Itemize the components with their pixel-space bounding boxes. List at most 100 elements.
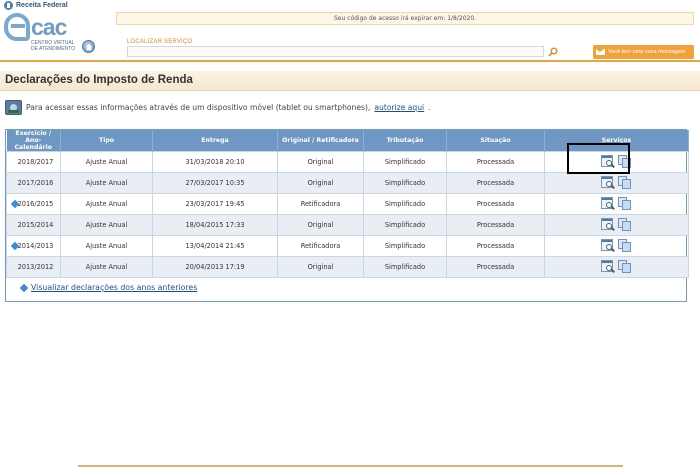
cell-entrega: 20/04/2013 17:19 bbox=[152, 256, 278, 278]
cell-tipo: Ajuste Anual bbox=[60, 193, 153, 215]
diamond-bullet-icon bbox=[19, 283, 29, 292]
cell-tipo: Ajuste Anual bbox=[60, 151, 153, 173]
table-row: 2018/2017 Ajuste Anual 31/03/2018 20:10 … bbox=[6, 151, 689, 173]
cell-tributacao: Simplificado bbox=[363, 235, 447, 257]
cell-situacao: Processada bbox=[446, 214, 545, 236]
cell-original: Original bbox=[277, 256, 364, 278]
cell-exercicio: 2013/2012 bbox=[6, 256, 61, 278]
cell-exercicio: 2016/2015 bbox=[6, 193, 61, 215]
title-bar: Declarações do Imposto de Renda bbox=[0, 71, 700, 91]
cell-original: Retificadora bbox=[277, 235, 364, 257]
services-group bbox=[601, 154, 632, 168]
footer-divider bbox=[78, 465, 623, 467]
search-button[interactable] bbox=[547, 46, 558, 57]
cell-tributacao: Simplificado bbox=[363, 193, 447, 215]
cell-original: Original bbox=[277, 214, 364, 236]
previous-years-link[interactable]: Visualizar declarações dos anos anterior… bbox=[31, 283, 197, 292]
copy-declaration-icon[interactable] bbox=[618, 238, 632, 252]
session-expiry-notice: Seu código de acesso irá expirar em: 1/8… bbox=[116, 12, 694, 25]
column-header-exercicio: Exercício / Ano-Calendário bbox=[6, 130, 61, 152]
cell-exercicio-text: 2016/2015 bbox=[17, 200, 54, 208]
column-header-situacao: Situação bbox=[446, 130, 545, 152]
cell-original: Retificadora bbox=[277, 193, 364, 215]
declarations-table-panel: Exercício / Ano-Calendário Tipo Entrega … bbox=[5, 129, 689, 302]
cell-exercicio: 2017/2016 bbox=[6, 172, 61, 194]
receita-federal-emblem-icon bbox=[4, 1, 13, 10]
column-header-tributacao: Tributação bbox=[363, 130, 447, 152]
cell-tipo: Ajuste Anual bbox=[60, 214, 153, 236]
column-header-servicos: Serviços bbox=[544, 130, 689, 152]
cell-exercicio: 2018/2017 bbox=[6, 151, 61, 173]
cell-situacao: Processada bbox=[446, 235, 545, 257]
page-title: Declarações do Imposto de Renda bbox=[5, 74, 193, 86]
copy-declaration-icon[interactable] bbox=[618, 175, 632, 189]
declarations-table: Exercício / Ano-Calendário Tipo Entrega … bbox=[6, 130, 689, 278]
copy-declaration-icon[interactable] bbox=[618, 196, 632, 210]
view-declaration-icon[interactable] bbox=[601, 154, 615, 168]
search-icon bbox=[547, 47, 557, 57]
search-input[interactable] bbox=[127, 46, 544, 57]
previous-years-link-group: Visualizar declarações dos anos anterior… bbox=[19, 283, 197, 292]
view-declaration-icon[interactable] bbox=[601, 238, 615, 252]
cell-tipo: Ajuste Anual bbox=[60, 256, 153, 278]
cell-exercicio: 2014/2013 bbox=[6, 235, 61, 257]
receita-federal-label: Receita Federal bbox=[16, 2, 68, 9]
cell-situacao: Processada bbox=[446, 193, 545, 215]
mobile-access-notice: Para acessar essas informações através d… bbox=[5, 100, 431, 115]
cell-exercicio: 2015/2014 bbox=[6, 214, 61, 236]
view-declaration-icon[interactable] bbox=[601, 175, 615, 189]
cell-tributacao: Simplificado bbox=[363, 214, 447, 236]
services-group bbox=[601, 217, 632, 231]
table-header-row: Exercício / Ano-Calendário Tipo Entrega … bbox=[6, 130, 689, 152]
ecac-subtitle: Centro Virtual de Atendimento bbox=[31, 40, 75, 52]
copy-declaration-icon[interactable] bbox=[618, 154, 632, 168]
column-header-original: Original / Retificadora bbox=[277, 130, 364, 152]
services-group bbox=[601, 238, 632, 252]
copy-declaration-icon[interactable] bbox=[618, 259, 632, 273]
cell-entrega: 31/03/2018 20:10 bbox=[152, 151, 278, 173]
cell-situacao: Processada bbox=[446, 172, 545, 194]
cell-servicos bbox=[544, 193, 689, 215]
view-declaration-icon[interactable] bbox=[601, 196, 615, 210]
table-row: 2014/2013 Ajuste Anual 13/04/2014 21:45 … bbox=[6, 235, 689, 257]
cell-servicos bbox=[544, 256, 689, 278]
cell-original: Original bbox=[277, 172, 364, 194]
services-group bbox=[601, 175, 632, 189]
cell-tributacao: Simplificado bbox=[363, 151, 447, 173]
cell-entrega: 18/04/2015 17:33 bbox=[152, 214, 278, 236]
cell-situacao: Processada bbox=[446, 256, 545, 278]
column-header-tipo: Tipo bbox=[60, 130, 153, 152]
envelope-icon bbox=[596, 49, 605, 55]
ecac-wordmark: cac bbox=[31, 14, 67, 40]
table-row: 2016/2015 Ajuste Anual 23/03/2017 19:45 … bbox=[6, 193, 689, 215]
view-declaration-icon[interactable] bbox=[601, 217, 615, 231]
new-message-label: Você tem uma nova mensagem bbox=[608, 49, 686, 55]
cell-tributacao: Simplificado bbox=[363, 172, 447, 194]
home-button[interactable] bbox=[82, 40, 95, 53]
home-icon bbox=[85, 43, 92, 50]
ecac-e-mark bbox=[4, 13, 30, 41]
cell-entrega: 23/03/2017 19:45 bbox=[152, 193, 278, 215]
cell-servicos bbox=[544, 214, 689, 236]
ecac-logo[interactable]: cac Centro Virtual de Atendimento bbox=[4, 13, 80, 57]
cell-servicos bbox=[544, 151, 689, 173]
search-label: LOCALIZAR SERVIÇO bbox=[127, 39, 193, 45]
cell-tipo: Ajuste Anual bbox=[60, 172, 153, 194]
new-message-button[interactable]: Você tem uma nova mensagem bbox=[593, 45, 694, 59]
view-declaration-icon[interactable] bbox=[601, 259, 615, 273]
cell-entrega: 13/04/2014 21:45 bbox=[152, 235, 278, 257]
cell-situacao: Processada bbox=[446, 151, 545, 173]
cell-tributacao: Simplificado bbox=[363, 256, 447, 278]
cell-servicos bbox=[544, 172, 689, 194]
table-row: 2017/2016 Ajuste Anual 27/03/2017 10:35 … bbox=[6, 172, 689, 194]
table-row: 2015/2014 Ajuste Anual 18/04/2015 17:33 … bbox=[6, 214, 689, 236]
cell-entrega: 27/03/2017 10:35 bbox=[152, 172, 278, 194]
site-header: Receita Federal cac Centro Virtual de At… bbox=[0, 0, 700, 62]
authorize-link[interactable]: autorize aqui bbox=[374, 103, 424, 112]
cell-tipo: Ajuste Anual bbox=[60, 235, 153, 257]
mobile-device-icon bbox=[5, 100, 22, 115]
services-group bbox=[601, 196, 632, 210]
receita-federal-logo[interactable]: Receita Federal bbox=[4, 1, 68, 10]
copy-declaration-icon[interactable] bbox=[618, 217, 632, 231]
services-group bbox=[601, 259, 632, 273]
